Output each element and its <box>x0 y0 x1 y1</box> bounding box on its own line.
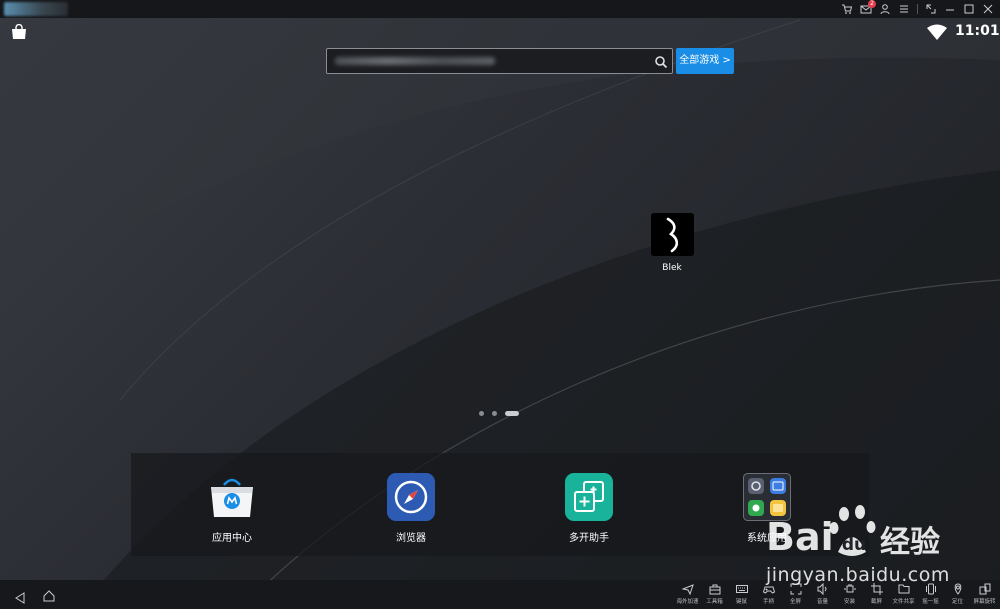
tool-keyboard-mouse[interactable]: 键鼠 <box>728 583 755 605</box>
tool-overseas-boost[interactable]: 海外加速 <box>674 583 701 605</box>
minimize-icon[interactable] <box>944 3 956 15</box>
tool-label: 截屏 <box>870 599 882 605</box>
resize-icon[interactable] <box>925 3 937 15</box>
multi-instance-icon <box>565 473 613 521</box>
desktop-app-blek[interactable]: Blek <box>648 213 696 273</box>
keyboard-icon <box>735 585 748 593</box>
tool-label: 屏幕旋转 <box>973 599 996 605</box>
volume-icon <box>817 583 826 595</box>
dock-app-browser[interactable]: 浏览器 <box>366 473 456 544</box>
user-icon[interactable] <box>879 3 891 15</box>
page-indicator <box>479 411 519 416</box>
menu-icon[interactable] <box>898 3 910 15</box>
tool-install[interactable]: 安装 <box>836 583 863 605</box>
page-dot-active[interactable] <box>505 411 519 416</box>
tool-volume[interactable]: 音量 <box>809 583 836 605</box>
tool-label: 海外加速 <box>676 599 699 605</box>
tool-screenshot[interactable]: 截屏 <box>863 583 890 605</box>
desktop-app-label: Blek <box>662 263 682 273</box>
back-icon[interactable] <box>14 589 26 604</box>
plane-icon <box>681 584 694 595</box>
crop-icon <box>870 583 883 595</box>
tool-shake[interactable]: 摇一摇 <box>917 583 944 605</box>
blek-icon <box>650 213 694 256</box>
dock-app-label: 浏览器 <box>396 533 426 544</box>
tool-label: 定位 <box>951 599 963 605</box>
titlebar-divider <box>917 4 918 14</box>
search-icon[interactable] <box>654 54 668 69</box>
tool-label: 工具箱 <box>706 599 723 605</box>
shake-icon <box>925 583 936 595</box>
toolbox-icon <box>709 584 720 595</box>
emulator-bottom-toolbar: 海外加速 工具箱 键鼠 手柄 全屏 音量 安装 截屏 文件共享 摇一摇 定位 屏… <box>0 580 1000 609</box>
all-games-button[interactable]: 全部游戏 > <box>676 48 734 74</box>
tool-file-share[interactable]: 文件共享 <box>890 583 917 605</box>
rotate-icon <box>979 583 990 595</box>
tool-label: 全屏 <box>789 599 801 605</box>
install-icon <box>844 584 855 593</box>
emulator-logo <box>4 2 68 16</box>
emulator-titlebar: 2 <box>0 0 1000 18</box>
cart-icon[interactable] <box>841 3 853 15</box>
tool-label: 手柄 <box>762 599 774 605</box>
folder-icon <box>898 584 909 594</box>
location-icon <box>954 583 961 595</box>
browser-icon <box>387 473 435 521</box>
page-dot[interactable] <box>479 411 484 416</box>
tool-list: 海外加速 工具箱 键鼠 手柄 全屏 音量 安装 截屏 文件共享 摇一摇 定位 屏… <box>674 583 998 605</box>
tool-label: 键鼠 <box>735 599 747 605</box>
dock-app-label: 应用中心 <box>212 533 252 544</box>
system-apps-icon <box>743 473 791 521</box>
wifi-icon <box>927 24 947 40</box>
tool-toolbox[interactable]: 工具箱 <box>701 583 728 605</box>
tool-label: 文件共享 <box>892 599 915 605</box>
home-icon[interactable] <box>42 588 56 602</box>
tool-gamepad[interactable]: 手柄 <box>755 583 782 605</box>
status-clock: 11:01 <box>955 23 1000 39</box>
tool-label: 摇一摇 <box>922 599 939 605</box>
tool-rotate-screen[interactable]: 屏幕旋转 <box>971 583 998 605</box>
fullscreen-icon <box>790 583 801 595</box>
dock-app-system-apps[interactable]: 系统应用 <box>722 473 812 544</box>
gamepad-icon <box>762 586 775 594</box>
page-dot[interactable] <box>492 411 497 416</box>
dock-app-app-center[interactable]: 应用中心 <box>187 473 277 544</box>
maximize-icon[interactable] <box>963 3 975 15</box>
tool-fullscreen[interactable]: 全屏 <box>782 583 809 605</box>
tool-location[interactable]: 定位 <box>944 583 971 605</box>
mail-icon[interactable]: 2 <box>860 0 876 15</box>
tool-label: 安装 <box>843 599 855 605</box>
close-icon[interactable] <box>982 3 994 15</box>
search-input[interactable] <box>333 52 643 70</box>
tool-label: 音量 <box>816 599 828 605</box>
shopping-bag-icon[interactable] <box>10 23 28 40</box>
dock-app-label: 系统应用 <box>747 533 787 544</box>
dock-app-label: 多开助手 <box>569 533 609 544</box>
mail-badge: 2 <box>868 0 876 8</box>
search-box[interactable] <box>326 48 673 74</box>
app-dock: 应用中心 浏览器 多开助手 系统应用 <box>131 453 869 556</box>
app-center-icon <box>211 478 253 517</box>
dock-app-multi-instance[interactable]: 多开助手 <box>544 473 634 544</box>
